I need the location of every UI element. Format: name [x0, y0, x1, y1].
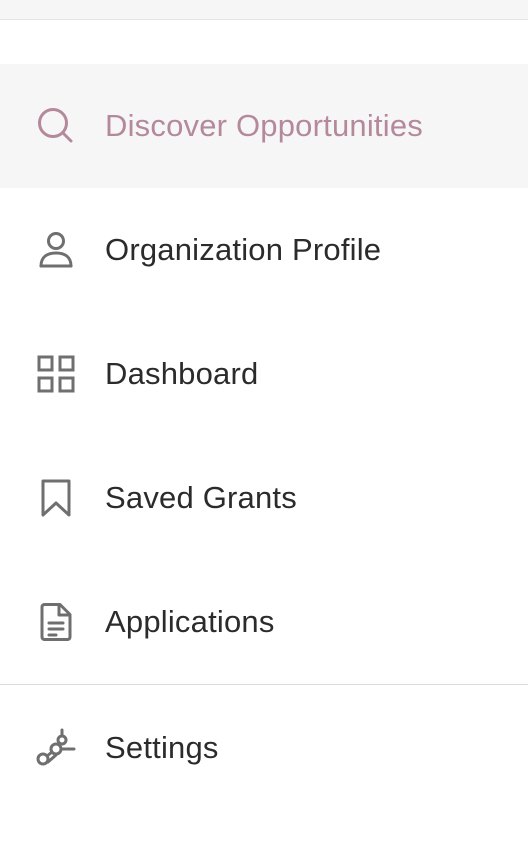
- sidebar-item-discover-opportunities[interactable]: Discover Opportunities: [0, 64, 528, 188]
- sidebar-item-label: Dashboard: [105, 356, 259, 391]
- sidebar-item-label: Discover Opportunities: [105, 108, 423, 143]
- top-bar: [0, 0, 528, 20]
- sidebar-item-organization-profile[interactable]: Organization Profile: [0, 188, 528, 312]
- document-icon: [36, 602, 76, 642]
- sidebar-item-applications[interactable]: Applications: [0, 560, 528, 684]
- sidebar-item-dashboard[interactable]: Dashboard: [0, 312, 528, 436]
- sidebar-nav: Discover Opportunities Organization Prof…: [0, 64, 528, 811]
- user-icon: [36, 230, 76, 270]
- settings-icon: [36, 728, 76, 768]
- grid-icon: [36, 354, 76, 394]
- sidebar-item-label: Organization Profile: [105, 232, 382, 267]
- sidebar-item-saved-grants[interactable]: Saved Grants: [0, 436, 528, 560]
- bookmark-icon: [36, 478, 76, 518]
- search-icon: [36, 106, 76, 146]
- sidebar-item-label: Settings: [105, 730, 219, 765]
- sidebar-item-settings[interactable]: Settings: [0, 685, 528, 811]
- sidebar-item-label: Applications: [105, 604, 275, 639]
- sidebar-item-label: Saved Grants: [105, 480, 297, 515]
